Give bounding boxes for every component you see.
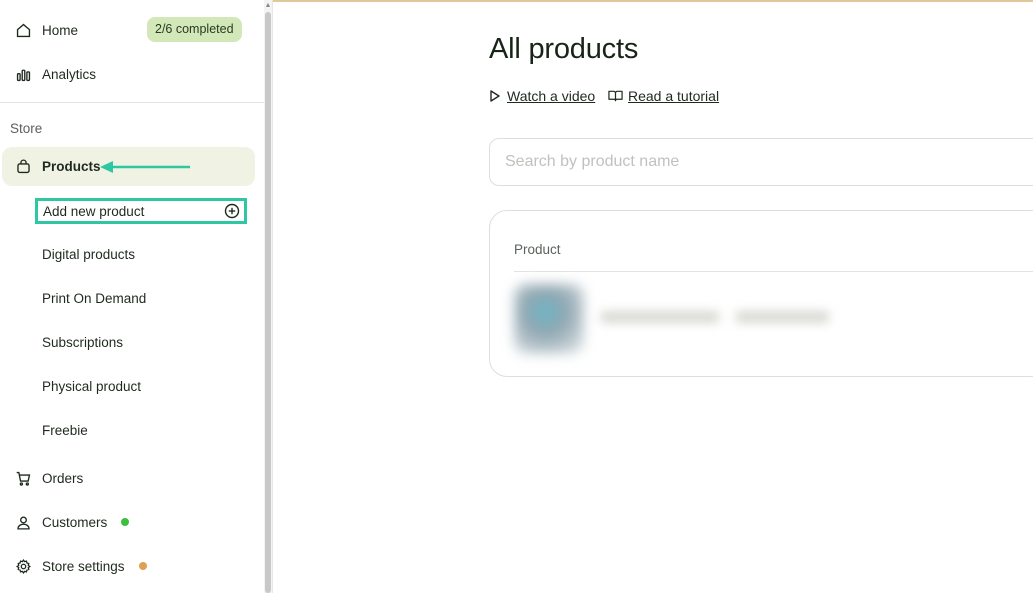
read-tutorial-label: Read a tutorial: [628, 88, 720, 104]
sidebar-scrollbar[interactable]: ▲: [264, 0, 272, 593]
scrollbar-thumb[interactable]: [265, 12, 271, 593]
subnav-subscriptions[interactable]: Subscriptions: [42, 335, 123, 350]
book-icon: [608, 90, 623, 102]
nav-analytics-label: Analytics: [42, 66, 97, 82]
cart-icon: [14, 469, 32, 487]
subnav-print-on-demand[interactable]: Print On Demand: [42, 291, 146, 306]
gear-icon: [14, 557, 32, 575]
nav-store-settings[interactable]: Store settings: [0, 546, 258, 586]
product-thumbnail: [514, 284, 584, 354]
scroll-up-icon[interactable]: ▲: [264, 2, 272, 10]
top-accent-line: [273, 0, 1033, 2]
section-label-store: Store: [10, 121, 43, 136]
nav-orders[interactable]: Orders: [0, 458, 258, 498]
store-settings-status-dot: [139, 562, 147, 570]
products-table: Product: [489, 210, 1033, 377]
play-icon: [490, 90, 500, 102]
nav-store-settings-label: Store settings: [42, 558, 125, 574]
sidebar-border: [272, 0, 273, 593]
shopping-bag-icon: [14, 158, 32, 176]
nav-customers[interactable]: Customers: [0, 502, 258, 542]
product-detail-blurred: [735, 311, 830, 323]
subnav-digital-products[interactable]: Digital products: [42, 247, 135, 262]
add-new-product-link[interactable]: Add new product: [35, 198, 247, 224]
sidebar: Home 2/6 completed Analytics Store Produ…: [0, 0, 264, 593]
plus-circle-icon: [224, 203, 240, 219]
watch-video-link[interactable]: Watch a video: [488, 88, 595, 104]
customers-status-dot: [121, 518, 129, 526]
annotation-arrow-icon: [100, 161, 190, 173]
page-title: All products: [489, 33, 639, 65]
watch-video-label: Watch a video: [507, 88, 596, 104]
nav-products-label: Products: [42, 159, 101, 174]
subnav-freebie[interactable]: Freebie: [42, 423, 88, 438]
subnav-physical-product[interactable]: Physical product: [42, 379, 141, 394]
nav-analytics[interactable]: Analytics: [0, 54, 258, 94]
progress-badge[interactable]: 2/6 completed: [147, 17, 242, 42]
nav-customers-label: Customers: [42, 514, 108, 530]
bar-chart-icon: [14, 65, 32, 83]
search-input[interactable]: [489, 138, 1033, 186]
add-new-product-label: Add new product: [43, 203, 145, 219]
column-header-product: Product: [514, 242, 561, 257]
product-name-blurred: [600, 311, 720, 323]
nav-home-label: Home: [42, 22, 79, 38]
home-icon: [14, 21, 32, 39]
read-tutorial-link[interactable]: Read a tutorial: [608, 88, 719, 104]
table-header-divider: [514, 271, 1033, 272]
nav-orders-label: Orders: [42, 470, 84, 486]
sidebar-divider: [0, 102, 264, 103]
user-icon: [14, 513, 32, 531]
